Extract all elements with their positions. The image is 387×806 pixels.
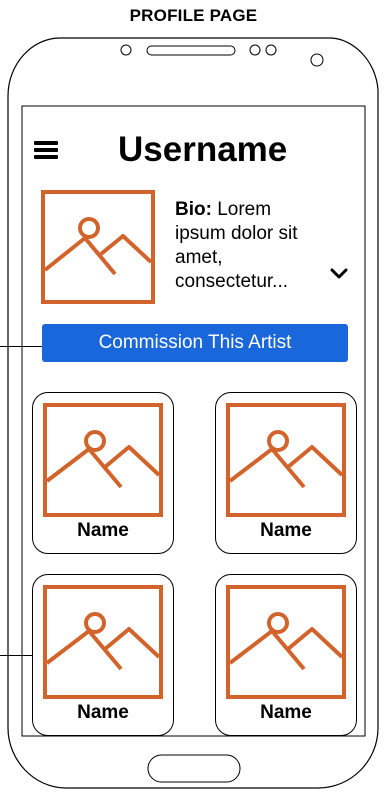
bio-line: Lorem xyxy=(211,199,272,220)
bio-text: Bio: Lorem ipsum dolor sit amet, consect… xyxy=(175,198,325,294)
sensor-icon xyxy=(310,53,324,67)
image-placeholder-icon xyxy=(226,585,346,699)
front-camera-icon xyxy=(120,44,132,56)
gallery-item-name: Name xyxy=(77,702,129,723)
app-header: Username xyxy=(22,128,365,178)
gallery-item-name: Name xyxy=(77,520,129,541)
bio-line: consectetur... xyxy=(175,271,289,292)
gallery-item[interactable]: Name xyxy=(32,574,174,736)
page-caption: PROFILE PAGE xyxy=(129,6,258,25)
chevron-down-icon[interactable] xyxy=(330,268,348,280)
bio-label: Bio: xyxy=(175,199,212,220)
home-button xyxy=(147,754,241,783)
sensor-icon xyxy=(249,44,261,56)
gallery-item[interactable]: Name xyxy=(215,574,357,736)
sensor-icon xyxy=(265,44,277,56)
gallery-item-name: Name xyxy=(260,520,312,541)
image-placeholder-icon xyxy=(43,585,163,699)
username-title: Username xyxy=(118,130,288,169)
gallery-item-name: Name xyxy=(260,702,312,723)
image-placeholder-icon xyxy=(226,403,346,517)
speaker-grille-icon xyxy=(146,45,236,56)
app-screen: Username Bio: Lorem ipsum dolor sit amet… xyxy=(22,106,365,736)
bio-line: ipsum dolor sit xyxy=(175,223,298,244)
bio-line: amet, xyxy=(175,247,223,268)
profile-image-placeholder-icon xyxy=(41,190,155,304)
commission-artist-button[interactable]: Commission This Artist xyxy=(42,324,348,362)
profile-section: Bio: Lorem ipsum dolor sit amet, consect… xyxy=(22,188,365,308)
image-placeholder-icon xyxy=(43,403,163,517)
hamburger-menu-icon[interactable] xyxy=(34,141,58,159)
gallery-item[interactable]: Name xyxy=(215,392,357,554)
gallery-item[interactable]: Name xyxy=(32,392,174,554)
